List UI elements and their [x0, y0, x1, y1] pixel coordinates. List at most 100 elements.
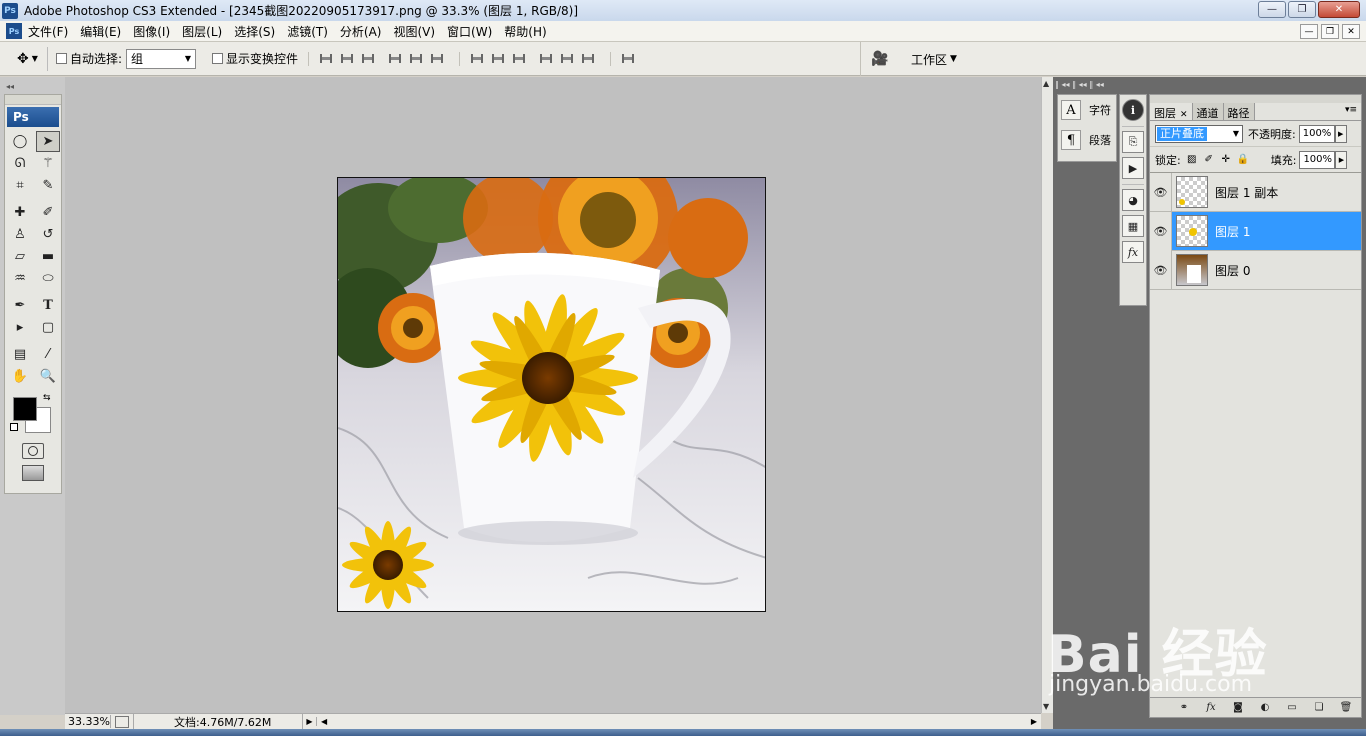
marquee-tool-icon[interactable]: ◯: [8, 131, 32, 152]
delete-layer-icon[interactable]: 🗑: [1337, 701, 1355, 715]
align-left-icon[interactable]: [386, 52, 404, 66]
healing-brush-icon[interactable]: ✚: [8, 202, 32, 223]
screen-mode-button[interactable]: [22, 465, 44, 481]
panel-grip[interactable]: [1150, 95, 1361, 103]
tab-layers[interactable]: 图层 ✕: [1150, 103, 1193, 120]
maximize-button[interactable]: ❐: [1288, 1, 1316, 18]
visibility-eye-icon[interactable]: 👁: [1150, 211, 1172, 251]
collapse-arrows-icon[interactable]: ◂◂: [6, 82, 14, 91]
tab-channels[interactable]: 通道: [1192, 103, 1224, 120]
clone-stamp-icon[interactable]: ♙: [8, 224, 32, 245]
swatches-icon[interactable]: ▦: [1122, 215, 1144, 237]
adjustment-layer-icon[interactable]: ◐: [1256, 701, 1274, 715]
tab-paths[interactable]: 路径: [1223, 103, 1255, 120]
blend-mode-select[interactable]: 正片叠底 ▼: [1155, 124, 1243, 143]
visibility-eye-icon[interactable]: 👁: [1150, 172, 1172, 212]
swap-colors-icon[interactable]: ⇆: [43, 393, 51, 403]
menu-analysis[interactable]: 分析(A): [334, 23, 388, 40]
styles-icon[interactable]: fx: [1122, 241, 1144, 263]
scroll-right-icon[interactable]: ▶: [1031, 717, 1037, 726]
notes-tool-icon[interactable]: ▤: [8, 344, 32, 365]
scroll-left-icon[interactable]: ◀: [321, 717, 327, 726]
align-hcenter-icon[interactable]: [407, 52, 425, 66]
visibility-eye-icon[interactable]: 👁: [1150, 250, 1172, 290]
auto-select-dropdown[interactable]: 组 ▼: [126, 48, 197, 69]
history-brush-icon[interactable]: ↺: [36, 224, 60, 245]
slice-tool-icon[interactable]: ✎: [36, 175, 60, 196]
panel-menu-icon[interactable]: ▾≡: [1345, 105, 1357, 115]
toolbox-grip[interactable]: [5, 95, 61, 105]
default-colors-icon[interactable]: [10, 423, 18, 431]
auto-align-layers-icon[interactable]: [619, 52, 637, 66]
layer-row[interactable]: 👁 图层 1 副本: [1150, 172, 1361, 212]
fill-slider-icon[interactable]: ▶: [1335, 150, 1348, 169]
distribute-left-icon[interactable]: [537, 52, 555, 66]
dock-collapse-icon[interactable]: ‖ ◂◂ ‖ ◂◂ ‖ ◂◂: [1055, 80, 1104, 89]
history-icon[interactable]: ⎘: [1122, 131, 1144, 153]
align-right-icon[interactable]: [428, 52, 446, 66]
lock-all-icon[interactable]: 🔒: [1237, 154, 1249, 166]
menu-file[interactable]: 文件(F): [22, 23, 74, 40]
add-mask-icon[interactable]: ◙: [1229, 701, 1247, 715]
distribute-bottom-icon[interactable]: [510, 52, 528, 66]
close-icon[interactable]: ✕: [1180, 110, 1188, 120]
layer-row[interactable]: 👁 图层 0: [1150, 250, 1361, 290]
menu-layer[interactable]: 图层(L): [176, 23, 228, 40]
hand-tool-icon[interactable]: ✋: [8, 366, 32, 387]
foreground-color-swatch[interactable]: [13, 397, 37, 421]
dodge-tool-icon[interactable]: ⬭: [36, 268, 60, 289]
menu-image[interactable]: 图像(I): [127, 23, 176, 40]
menu-select[interactable]: 选择(S): [228, 23, 281, 40]
distribute-top-icon[interactable]: [468, 52, 486, 66]
color-palette-icon[interactable]: ◕: [1122, 189, 1144, 211]
status-menu-arrow-icon[interactable]: ▶: [303, 717, 317, 726]
scroll-up-icon[interactable]: ▲: [1043, 79, 1049, 88]
doc-restore-button[interactable]: ❐: [1321, 24, 1339, 39]
align-top-icon[interactable]: [317, 52, 335, 66]
move-tool-preset-icon[interactable]: ✥ ▼: [8, 46, 48, 71]
path-select-icon[interactable]: ▸: [8, 317, 32, 338]
opacity-slider-icon[interactable]: ▶: [1334, 124, 1347, 143]
doc-close-button[interactable]: ✕: [1342, 24, 1360, 39]
align-vcenter-icon[interactable]: [338, 52, 356, 66]
doc-minimize-button[interactable]: —: [1300, 24, 1318, 39]
menu-filter[interactable]: 滤镜(T): [281, 23, 334, 40]
auto-select-checkbox[interactable]: [56, 53, 67, 64]
zoom-level[interactable]: 33.33%: [65, 715, 111, 728]
move-tool-icon[interactable]: ➤: [36, 131, 60, 152]
menu-view[interactable]: 视图(V): [387, 23, 441, 40]
show-transform-checkbox[interactable]: [212, 53, 224, 64]
link-layers-icon[interactable]: ⚭: [1175, 701, 1193, 715]
character-panel-button[interactable]: A 字符: [1058, 95, 1116, 125]
quick-mask-button[interactable]: [22, 443, 44, 459]
fill-input[interactable]: 100%: [1299, 150, 1336, 169]
menu-window[interactable]: 窗口(W): [441, 23, 498, 40]
minimize-button[interactable]: —: [1258, 1, 1286, 18]
document-canvas[interactable]: [337, 177, 766, 612]
zoom-tool-icon[interactable]: 🔍: [36, 366, 60, 387]
distribute-right-icon[interactable]: [579, 52, 597, 66]
eyedropper-icon[interactable]: ⁄: [36, 344, 60, 365]
new-layer-icon[interactable]: ❏: [1310, 701, 1328, 715]
menu-help[interactable]: 帮助(H): [498, 23, 552, 40]
lock-pixels-icon[interactable]: ✐: [1203, 154, 1215, 166]
menu-edit[interactable]: 编辑(E): [74, 23, 127, 40]
distribute-vcenter-icon[interactable]: [489, 52, 507, 66]
scroll-down-icon[interactable]: ▼: [1043, 702, 1049, 711]
bridge-icon[interactable]: 🎥: [867, 49, 893, 69]
layer-row-selected[interactable]: 👁 图层 1: [1150, 211, 1361, 251]
opacity-input[interactable]: 100%: [1298, 124, 1335, 143]
gradient-tool-icon[interactable]: ▬: [36, 246, 60, 267]
magic-wand-icon[interactable]: ⚚: [36, 153, 60, 174]
actions-icon[interactable]: ▶: [1122, 157, 1144, 179]
lock-transparency-icon[interactable]: ▨: [1186, 154, 1198, 166]
workspace-menu[interactable]: 工作区: [911, 51, 947, 68]
vertical-scrollbar[interactable]: ▲ ▼: [1041, 77, 1053, 713]
shape-tool-icon[interactable]: ▢: [36, 317, 60, 338]
layer-style-icon[interactable]: fx: [1202, 701, 1220, 715]
type-tool-icon[interactable]: T: [36, 295, 60, 316]
status-preview-icon[interactable]: [115, 715, 129, 728]
lasso-tool-icon[interactable]: ᘏ: [8, 153, 32, 174]
info-icon[interactable]: i: [1122, 99, 1144, 121]
align-bottom-icon[interactable]: [359, 52, 377, 66]
